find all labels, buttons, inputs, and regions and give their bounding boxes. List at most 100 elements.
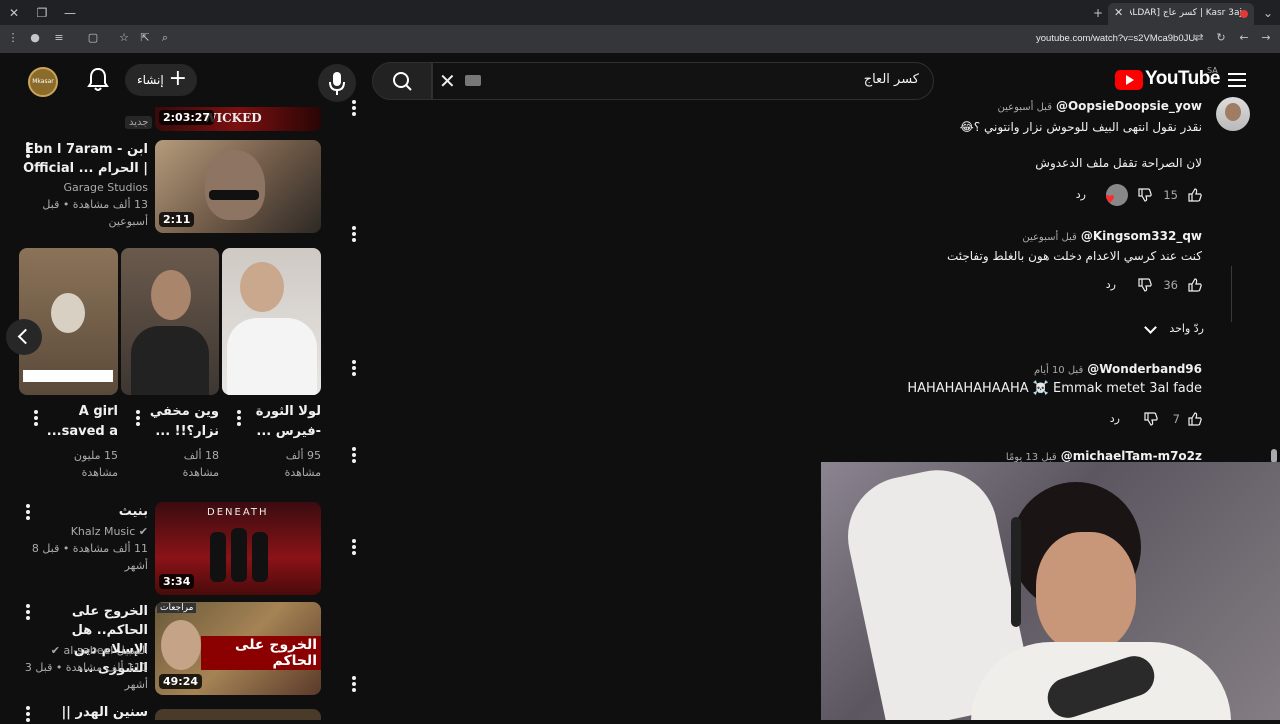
reload-icon[interactable]: ↻ [1214,31,1228,45]
short-views: 18 ألف مشاهدة [121,447,219,481]
keyboard-icon[interactable] [465,75,481,86]
short-views-unit: مشاهدة [81,466,118,479]
comment-text: HAHAHAHAHAAHA ☠️ Emmak metet 3al fade [907,381,1202,396]
url-field[interactable]: youtube.com/watch?v=s2VMca9b0JU [1036,33,1195,44]
bookmark-star-icon[interactable]: ☆ [117,31,131,45]
minimize-window-icon[interactable]: — [62,5,78,21]
short-views-unit: مشاهدة [182,466,219,479]
more-actions-icon[interactable] [236,410,242,428]
video-title-line: سنين الهدر || [61,705,148,720]
views-and-date: 111 ألف مشاهدة • قبل 3 أشهر [24,661,148,691]
microphone-icon [329,72,345,95]
restore-window-icon[interactable]: ❐ [34,5,50,21]
video-title[interactable]: سنين الهدر || [20,703,148,722]
video-thumbnail[interactable] [155,709,321,720]
comment-text: نقدر نقول انتهى البيف للوحوش نزار وانتون… [959,120,1202,134]
more-actions-icon[interactable] [351,360,357,378]
tab-close-icon[interactable]: ✕ [1114,6,1123,19]
account-avatar[interactable]: Mkasar [28,67,58,97]
video-duration: 49:24 [159,674,203,689]
browser-tab-bar: ✕ ❐ — + ✕ Kasr 3aj | كسر عاج [DISS ALDAR… [0,0,1280,25]
video-duration: 2:11 [159,212,195,227]
like-icon[interactable] [1188,188,1202,202]
create-button[interactable]: إنشاء + [125,64,197,96]
comment-author[interactable]: قبل 10 أيام @Wonderband96 [1034,362,1202,376]
search-input[interactable]: ✕ كسر العاج [432,62,934,100]
comment-author[interactable]: قبل أسبوعين @OopsieDoopsie_yow [997,99,1202,113]
more-actions-icon[interactable] [351,676,357,694]
dislike-icon[interactable] [1138,188,1152,202]
channel-name[interactable]: Garage Studios [20,179,148,196]
verified-icon: ✔ [135,525,148,538]
short-thumbnail[interactable] [222,248,321,395]
comment-text: لان الصراحة تقفل ملف الدعدوش [1035,156,1202,170]
more-actions-icon[interactable] [25,706,31,724]
dislike-icon[interactable] [1144,412,1158,426]
new-tab-icon[interactable]: + [1090,5,1106,21]
replies-count: ردّ واحد [1169,322,1204,335]
reply-button[interactable]: رد [1076,188,1086,201]
dislike-icon[interactable] [1138,278,1152,292]
voice-search-button[interactable] [318,64,356,102]
video-thumbnail[interactable]: 2:11 [155,140,321,233]
create-label: إنشاء [137,73,164,87]
like-icon[interactable] [1188,278,1202,292]
comment-author-name: @Wonderband96 [1087,362,1202,376]
video-title-line: بنيث [118,504,148,519]
comment-author[interactable]: قبل أسبوعين @Kingsom332_qw [1022,229,1202,243]
comment-time: قبل 10 أيام [1033,365,1084,376]
more-actions-icon[interactable] [33,410,39,428]
comment-author[interactable]: قبل 13 يومًا @michaelTam-m7o2z [1006,449,1202,463]
sidepanel-icon[interactable]: ▢ [86,31,100,45]
thumbnail-overlay-text: DENEATH [207,507,269,518]
clear-search-icon[interactable]: ✕ [439,69,456,93]
zoom-icon[interactable]: ⌕ [158,31,172,45]
menu-icon[interactable]: ⋮ [6,31,20,45]
profile-icon[interactable]: ● [28,31,42,45]
replies-toggle[interactable]: ردّ واحد [1142,321,1232,342]
notifications-bell-icon[interactable] [86,67,110,93]
more-actions-icon[interactable] [351,226,357,244]
webcam-overlay [821,462,1280,720]
guide-menu-icon[interactable] [1228,73,1246,87]
more-actions-icon[interactable] [135,410,141,428]
video-title[interactable]: بنيث [20,502,148,521]
video-thumbnail[interactable]: WICKED 2:03:27 [155,107,321,131]
short-thumbnail[interactable] [121,248,219,395]
forward-icon[interactable]: ← [1237,31,1251,45]
back-icon[interactable]: → [1259,31,1273,45]
tab-youtube[interactable]: ✕ Kasr 3aj | كسر عاج [DISS ALDAR] [1108,3,1254,25]
video-thumbnail[interactable]: DENEATH 3:34 [155,502,321,595]
views-and-date: 13 ألف مشاهدة • قبل أسبوعين [42,198,148,228]
comment-actions: 15 ♥ رد [1062,184,1202,206]
more-actions-icon[interactable] [25,504,31,522]
carousel-previous-button[interactable] [6,319,42,355]
more-actions-icon[interactable] [351,100,357,118]
extensions-icon[interactable]: ≡ [52,31,66,45]
search-button[interactable] [372,62,432,100]
close-window-icon[interactable]: ✕ [6,5,22,21]
video-thumbnail[interactable]: مراجعات الخروج على الحاكم 49:24 [155,602,321,695]
more-actions-icon[interactable] [351,539,357,557]
channel-name[interactable]: ✔ Khalz Music [20,523,148,540]
share-icon[interactable]: ⇱ [138,31,152,45]
channel-name[interactable]: السبيل al-sabeel ✔ [20,642,148,659]
tab-search-icon[interactable]: ⌄ [1260,5,1276,21]
country-code: SA [1207,66,1218,75]
more-actions-icon[interactable] [25,604,31,622]
video-meta: Garage Studios 13 ألف مشاهدة • قبل أسبوع… [20,179,148,230]
like-icon[interactable] [1188,412,1202,426]
comment-avatar[interactable] [1216,97,1250,131]
site-settings-icon[interactable]: ⇄ [1192,31,1206,45]
more-actions-icon[interactable] [351,447,357,465]
video-duration: 2:03:27 [159,110,215,125]
page-scrollbar[interactable] [1271,449,1277,463]
more-actions-icon[interactable] [25,142,31,160]
short-views: 95 ألف مشاهدة [222,447,321,481]
reply-button[interactable]: رد [1106,278,1116,291]
reply-button[interactable]: رد [1110,412,1120,425]
like-count: 15 [1163,188,1178,202]
video-title-line: | الحرام ... Official [23,161,148,176]
video-title[interactable]: ابن - Ebn l 7aram | الحرام ... Official [20,140,148,178]
heart-icon: ♥ [1105,193,1115,206]
